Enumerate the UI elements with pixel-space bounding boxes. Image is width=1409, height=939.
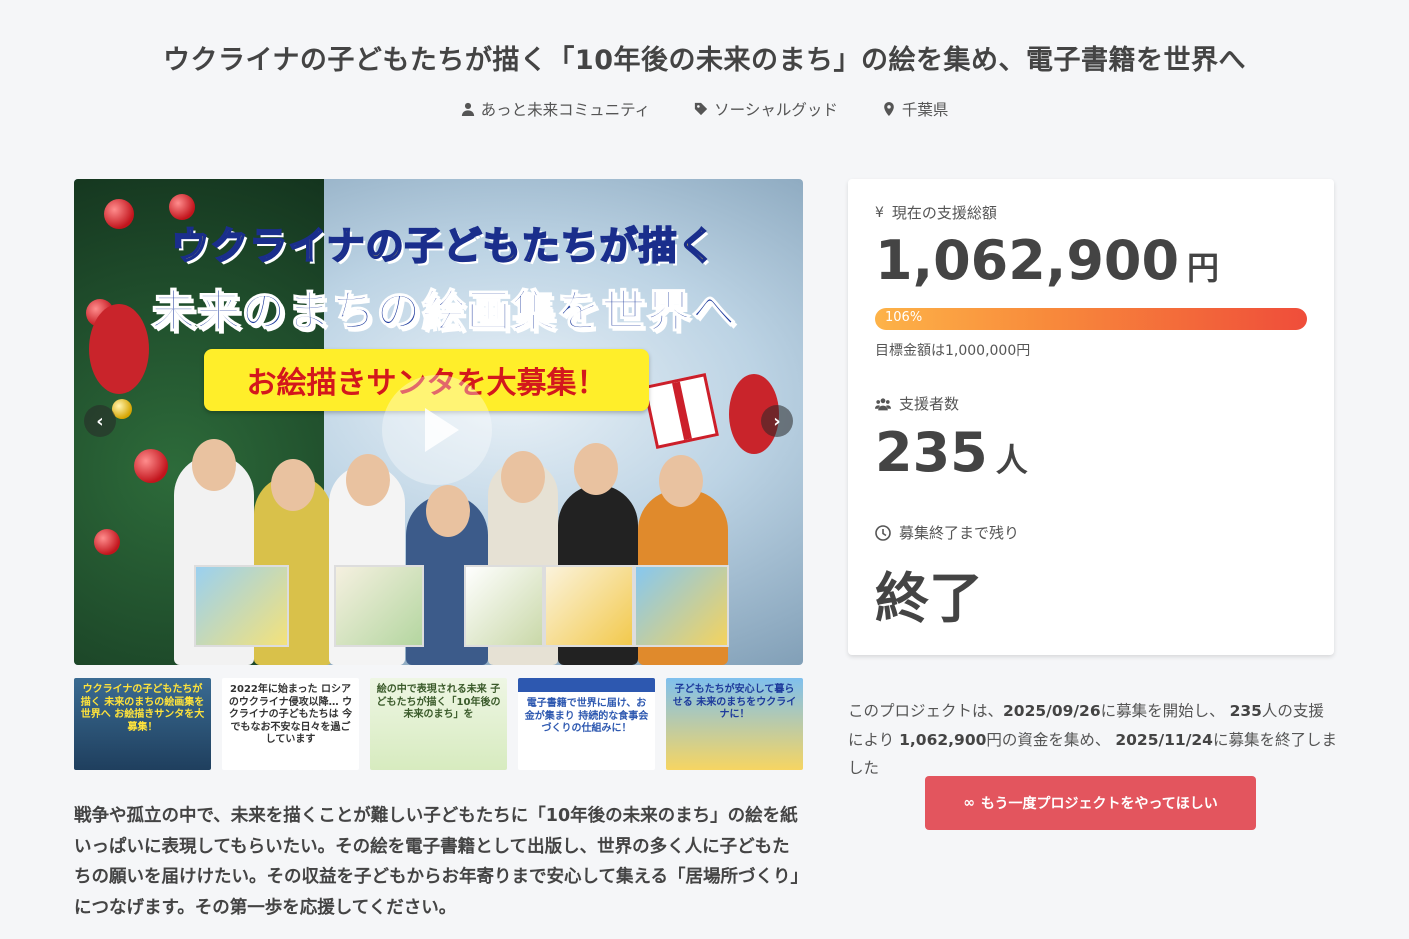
owner-link[interactable]: あっと未来コミュニティ [461,98,651,120]
thumbnail-2[interactable]: 2022年に始まった ロシアのウクライナ侵攻以降… ウクライナの子どもたちは 今… [222,678,359,770]
thumbnail-text: 電子書籍で世界に届け、お金が集まり 持続的な食事会づくりの仕組みに！ [524,698,649,734]
next-slide-button[interactable]: › [761,405,793,437]
yen-icon: ¥ [875,204,884,221]
ornament [94,529,120,555]
thumbnail-4[interactable]: 電子書籍で世界に届け、お金が集まり 持続的な食事会づくりの仕組みに！ [518,678,655,770]
total-amount: 1,062,900 円 [875,229,1220,292]
location-pin-icon [884,102,894,116]
play-icon [425,408,459,452]
prev-slide-button[interactable]: ‹ [84,405,116,437]
location-link[interactable]: 千葉県 [882,98,949,120]
remaining-value: 終了 [875,567,983,630]
play-button[interactable] [382,375,492,485]
infinity-icon: ∞ [963,795,975,811]
thumbnail-1[interactable]: ウクライナの子どもたちが描く 未来のまちの絵画集を世界へ お絵描きサンタを大募集… [74,678,211,770]
user-icon [461,102,474,116]
supporters-label: 支援者数 [875,393,959,414]
thumbnail-3[interactable]: 絵の中で表現される未来 子どもたちが描く「10年後の未来のまち」を [370,678,507,770]
clock-icon [875,524,891,541]
hero-headline-1: ウクライナの子どもたちが描く [170,223,717,269]
ornament [104,199,134,229]
supporters-count: 235 人 [875,421,1028,484]
progress-percent: 106% [885,310,923,325]
tag-icon [695,102,708,116]
thumbnail-5[interactable]: 子どもたちが安心して暮らせる 未来のまちをウクライナに！ [666,678,803,770]
thumbnail-text: ウクライナの子どもたちが描く 未来のまちの絵画集を世界へ お絵描きサンタを大募集… [80,684,205,733]
project-lead-text: 戦争や孤立の中で、未来を描くことが難しい子どもたちに「10年後の未来のまち」の絵… [74,806,800,918]
thumbnail-text: 2022年に始まった ロシアのウクライナ侵攻以降… ウクライナの子どもたちは 今… [228,684,353,745]
thumbnail-text: 絵の中で表現される未来 子どもたちが描く「10年後の未来のまち」を [376,684,501,720]
ornament [134,449,168,483]
users-icon [875,397,891,410]
project-summary: このプロジェクトは、2025/09/26に募集を開始し、 235人の支援により … [848,702,1337,777]
hero-video[interactable]: ウクライナの子どもたちが描く 未来のまちの絵画集を世界へ お絵描きサンタを大募集… [74,179,803,665]
location-name: 千葉県 [901,101,949,119]
category-name: ソーシャルグッド [714,101,838,119]
goal-amount: 目標金額は1,000,000円 [875,343,1031,359]
category-link[interactable]: ソーシャルグッド [694,98,838,120]
funding-stats-card: ¥ 現在の支援総額 1,062,900 円 106% 目標金額は1,000,000… [848,179,1334,655]
owner-name: あっと未来コミュニティ [480,101,651,119]
thumbnail-text: 子どもたちが安心して暮らせる 未来のまちをウクライナに！ [672,684,797,720]
thumbnail-strip: ウクライナの子どもたちが描く 未来のまちの絵画集を世界へ お絵描きサンタを大募集… [74,678,803,770]
hero-headline-2: 未来のまちの絵画集を世界へ [151,285,737,338]
project-title: ウクライナの子どもたちが描く「10年後の未来のまち」の絵を集め、電子書籍を世界へ [162,45,1247,76]
progress-bar: 106% [875,308,1307,330]
santa-left-image [89,304,149,394]
request-again-button[interactable]: ∞ もう一度プロジェクトをやってほしい [925,776,1256,830]
remaining-label: 募集終了まで残り [875,522,1019,543]
total-label: ¥ 現在の支援総額 [875,204,997,222]
project-meta: あっと未来コミュニティ ソーシャルグッド 千葉県 [0,98,1409,120]
request-again-label: もう一度プロジェクトをやってほしい [980,796,1218,812]
